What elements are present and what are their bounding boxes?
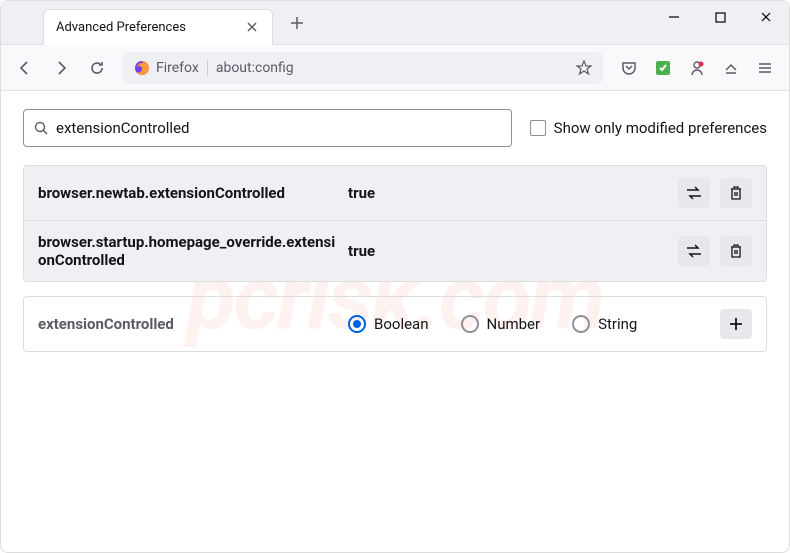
identity-label: Firefox bbox=[156, 60, 199, 76]
toggle-button[interactable] bbox=[678, 178, 710, 208]
menu-icon[interactable] bbox=[749, 52, 781, 84]
minimize-button[interactable] bbox=[651, 1, 697, 33]
radio-icon bbox=[572, 315, 590, 333]
titlebar: Advanced Preferences bbox=[1, 1, 789, 45]
browser-tab[interactable]: Advanced Preferences bbox=[43, 9, 273, 45]
checkbox-label: Show only modified preferences bbox=[554, 119, 767, 137]
content-area: Show only modified preferences browser.n… bbox=[1, 91, 789, 370]
extension-icon[interactable] bbox=[647, 52, 679, 84]
search-row: Show only modified preferences bbox=[23, 109, 767, 147]
radio-label: String bbox=[598, 315, 637, 333]
tab-title: Advanced Preferences bbox=[56, 20, 244, 35]
search-icon bbox=[34, 121, 48, 135]
new-pref-name: extensionControlled bbox=[38, 315, 348, 333]
delete-button[interactable] bbox=[720, 236, 752, 266]
type-radios: Boolean Number String bbox=[348, 315, 720, 333]
pref-name: browser.newtab.extensionControlled bbox=[38, 184, 348, 202]
search-box[interactable] bbox=[23, 109, 512, 147]
new-tab-button[interactable] bbox=[283, 9, 311, 37]
back-button[interactable] bbox=[9, 52, 41, 84]
identity-box[interactable]: Firefox bbox=[134, 60, 208, 76]
add-pref-button[interactable] bbox=[720, 309, 752, 339]
close-window-button[interactable] bbox=[743, 1, 789, 33]
search-input[interactable] bbox=[56, 119, 501, 137]
forward-button[interactable] bbox=[45, 52, 77, 84]
pref-list: browser.newtab.extensionControlled true … bbox=[23, 165, 767, 282]
pref-value: true bbox=[348, 184, 678, 202]
radio-string[interactable]: String bbox=[572, 315, 637, 333]
toolbar: Firefox about:config bbox=[1, 45, 789, 91]
maximize-button[interactable] bbox=[697, 1, 743, 33]
pocket-icon[interactable] bbox=[613, 52, 645, 84]
url-bar[interactable]: Firefox about:config bbox=[123, 52, 603, 84]
radio-boolean[interactable]: Boolean bbox=[348, 315, 429, 333]
url-text[interactable]: about:config bbox=[216, 60, 294, 76]
account-icon[interactable] bbox=[681, 52, 713, 84]
pref-row: browser.startup.homepage_override.extens… bbox=[24, 221, 766, 281]
radio-label: Boolean bbox=[374, 315, 429, 333]
radio-icon bbox=[461, 315, 479, 333]
firefox-icon bbox=[134, 60, 150, 76]
checkbox-icon bbox=[530, 120, 546, 136]
new-pref-row: extensionControlled Boolean Number Strin… bbox=[23, 296, 767, 352]
reload-button[interactable] bbox=[81, 52, 113, 84]
delete-button[interactable] bbox=[720, 178, 752, 208]
radio-number[interactable]: Number bbox=[461, 315, 541, 333]
show-modified-checkbox[interactable]: Show only modified preferences bbox=[530, 119, 767, 137]
window-controls bbox=[651, 1, 789, 45]
radio-icon bbox=[348, 315, 366, 333]
pref-value: true bbox=[348, 242, 678, 260]
radio-label: Number bbox=[487, 315, 541, 333]
pref-row: browser.newtab.extensionControlled true bbox=[24, 166, 766, 221]
overflow-icon[interactable] bbox=[715, 52, 747, 84]
bookmark-star-icon[interactable] bbox=[576, 60, 592, 76]
close-tab-icon[interactable] bbox=[244, 19, 260, 35]
pref-name: browser.startup.homepage_override.extens… bbox=[38, 233, 348, 269]
toggle-button[interactable] bbox=[678, 236, 710, 266]
